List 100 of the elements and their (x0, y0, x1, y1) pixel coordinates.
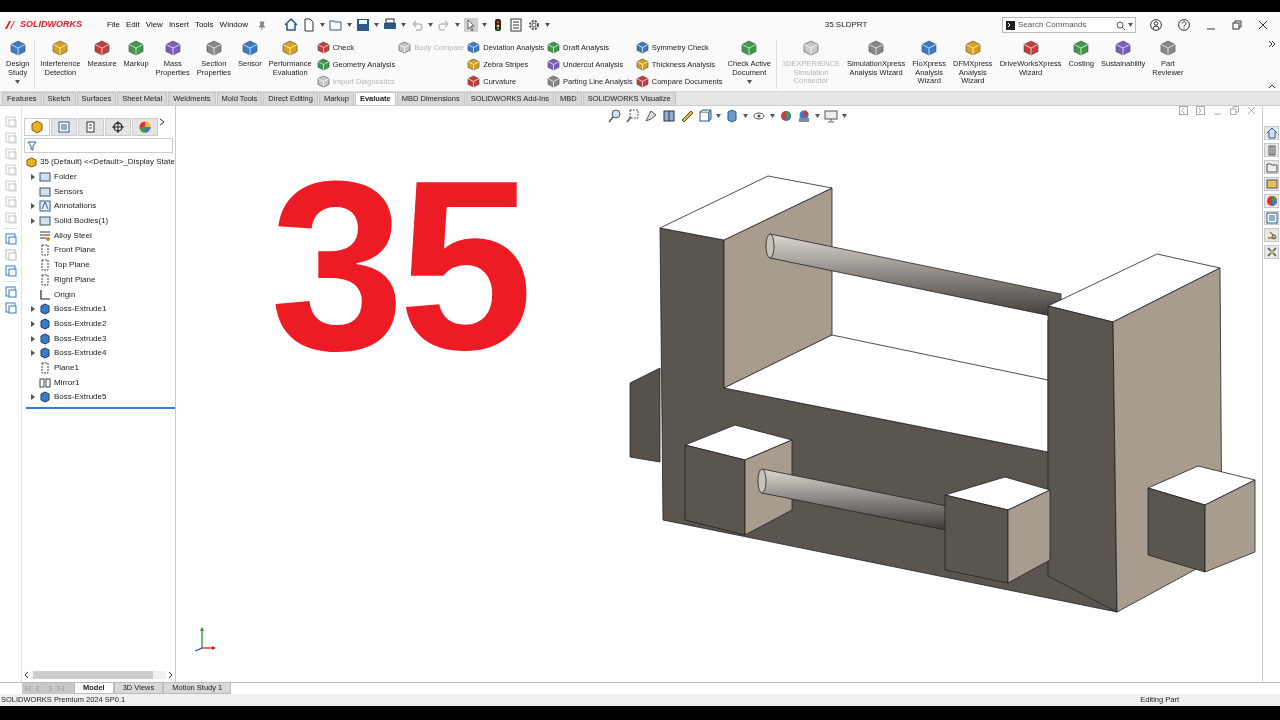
caret-icon[interactable] (401, 23, 407, 27)
close-icon[interactable] (1258, 20, 1268, 30)
new-file-icon[interactable] (302, 18, 317, 32)
cube-icon (316, 75, 330, 88)
scrollbar-thumb[interactable] (33, 671, 153, 679)
menu-item[interactable]: Window (216, 19, 252, 31)
tree-item[interactable]: Folder (54, 171, 77, 184)
tree-item[interactable]: Sensors (54, 185, 84, 198)
filter-field[interactable] (24, 138, 173, 153)
tile-left-icon[interactable] (1179, 106, 1188, 115)
display-style-icon[interactable] (725, 109, 739, 123)
tree-item[interactable]: Plane1 (54, 361, 79, 374)
menu-item[interactable]: Insert (165, 19, 192, 31)
user-icon[interactable] (1150, 19, 1162, 31)
caret-icon[interactable] (320, 23, 326, 27)
search-input[interactable]: Search Commands (1018, 19, 1113, 31)
config-icon[interactable] (84, 120, 98, 134)
open-folder-icon[interactable] (329, 18, 344, 32)
caret-icon[interactable] (347, 23, 353, 27)
tree-item[interactable]: Boss-Extrude1 (54, 303, 107, 316)
caret-icon[interactable] (815, 114, 820, 118)
expand-icon[interactable] (30, 218, 36, 225)
tree-item[interactable]: Alloy Steel (54, 229, 92, 242)
help-icon[interactable] (1178, 19, 1190, 31)
caret-icon[interactable] (15, 80, 21, 85)
view-palette-icon[interactable] (1265, 178, 1278, 190)
display-icon[interactable] (4, 265, 17, 277)
scene-icon[interactable] (797, 109, 811, 123)
library-icon[interactable] (1265, 144, 1278, 156)
caret-icon[interactable] (482, 23, 488, 27)
section-view-icon[interactable] (662, 109, 676, 123)
view-orientation-icon[interactable] (698, 109, 712, 123)
sketch-view-icon[interactable] (4, 233, 17, 245)
custom-properties-icon[interactable] (1265, 229, 1278, 241)
collapse-icon[interactable] (1268, 83, 1276, 89)
caret-icon[interactable] (842, 114, 847, 118)
layers-icon[interactable] (4, 302, 17, 314)
properties-icon[interactable] (1265, 212, 1278, 224)
caret-icon[interactable] (428, 23, 434, 27)
caret-icon[interactable] (374, 23, 380, 27)
tree-item[interactable]: Boss-Extrude3 (54, 332, 107, 345)
zoom-area-icon[interactable] (626, 109, 640, 123)
menu-item[interactable]: File (104, 19, 123, 31)
previous-view-icon[interactable] (644, 109, 658, 123)
scroll-right-icon[interactable] (168, 671, 173, 679)
cursor-icon[interactable] (464, 18, 479, 32)
part-icon[interactable] (30, 120, 44, 134)
gear-icon[interactable] (527, 18, 542, 32)
caret-icon[interactable] (746, 80, 752, 85)
menu-item[interactable]: Tools (191, 19, 217, 31)
tree-item[interactable]: Solid Bodies(1) (54, 215, 109, 228)
tree-item[interactable]: Origin (54, 288, 76, 301)
search-field[interactable]: Search Commands (1002, 17, 1136, 33)
chevron-right-icon[interactable] (1268, 40, 1276, 48)
caret-icon[interactable] (545, 23, 551, 27)
pin-icon[interactable] (257, 20, 267, 30)
cube-icon (467, 75, 481, 88)
tree-item[interactable]: Front Plane (54, 244, 96, 257)
caret-icon[interactable] (1128, 23, 1133, 27)
tree-item[interactable]: Boss-Extrude2 (54, 317, 107, 330)
dynamic-annotation-icon[interactable] (680, 109, 694, 123)
print-icon[interactable] (383, 18, 398, 32)
layers-icon[interactable] (4, 286, 17, 298)
caret-icon[interactable] (455, 23, 461, 27)
caret-icon[interactable] (716, 114, 721, 118)
monitor-icon[interactable] (824, 109, 838, 123)
tree-item[interactable]: Top Plane (54, 259, 90, 272)
expand-icon[interactable] (30, 203, 36, 210)
caret-icon[interactable] (770, 114, 775, 118)
crosshair-icon[interactable] (111, 120, 125, 134)
chevron-right-icon[interactable] (159, 118, 165, 126)
appearance-icon[interactable] (138, 120, 152, 134)
appearance-icon[interactable] (1265, 195, 1278, 207)
caret-icon[interactable] (743, 114, 748, 118)
list-icon[interactable] (57, 120, 71, 134)
tree-item[interactable]: Mirror1 (54, 376, 80, 389)
home-icon[interactable] (284, 18, 299, 32)
expand-icon[interactable] (30, 394, 36, 401)
tile-right-icon[interactable] (1196, 106, 1205, 115)
tree-item[interactable]: Annotations (54, 200, 97, 213)
zoom-icon[interactable] (608, 109, 622, 123)
menu-item[interactable]: View (142, 19, 166, 31)
restore-icon[interactable] (1232, 20, 1242, 30)
tree-item[interactable]: Right Plane (54, 273, 96, 286)
cube-icon (635, 41, 649, 54)
tree-item[interactable]: 35 (Default) <<Default>_Display State (40, 156, 175, 169)
expand-icon[interactable] (30, 174, 36, 181)
save-icon[interactable] (356, 18, 371, 32)
hide-show-icon[interactable] (752, 109, 766, 123)
expand-icon[interactable] (30, 350, 36, 357)
tree-item[interactable]: Boss-Extrude4 (54, 347, 107, 360)
plane-icon (39, 244, 51, 257)
home-icon[interactable] (1265, 127, 1278, 139)
folder-icon[interactable] (1265, 161, 1278, 173)
folder-icon (39, 185, 51, 198)
expand-icon[interactable] (30, 335, 36, 342)
menu-item[interactable]: Edit (122, 19, 143, 31)
scroll-left-icon[interactable] (24, 671, 29, 679)
tree-item[interactable]: Boss-Extrude5 (54, 391, 107, 404)
edit-appearance-icon[interactable] (779, 109, 793, 123)
